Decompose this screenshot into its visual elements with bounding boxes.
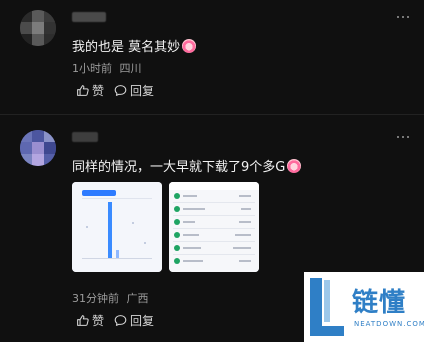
comment-text: 我的也是 莫名其妙 [72, 36, 197, 55]
like-button[interactable]: 赞 [76, 82, 104, 99]
comment-thread: 我的也是 莫名其妙 1小时前 四川 赞 回复 同样的情况，一大早就下载了9个多G… [0, 0, 424, 342]
avatar[interactable] [20, 10, 56, 46]
laughing-crying-emoji-icon [287, 159, 302, 173]
username-redacted[interactable] [72, 12, 106, 22]
like-label: 赞 [92, 314, 105, 328]
thumbs-up-icon [77, 315, 89, 326]
comment-location: 四川 [119, 62, 142, 75]
comment-location: 广西 [126, 292, 149, 305]
site-watermark: 链懂 NEATDOWN.COM [304, 272, 424, 342]
comment-meta: 1小时前 四川 [72, 60, 142, 76]
username-redacted[interactable] [72, 132, 98, 142]
comment-meta: 31分钟前 广西 [72, 290, 149, 306]
chart-screenshot-thumbnail [72, 182, 162, 272]
comment-actions: 赞 回复 [76, 82, 154, 99]
like-label: 赞 [92, 84, 105, 98]
reply-button[interactable]: 回复 [114, 312, 154, 329]
comment-text-content: 我的也是 莫名其妙 [72, 40, 181, 55]
thumbs-up-icon [77, 85, 89, 96]
reply-button[interactable]: 回复 [114, 82, 154, 99]
avatar[interactable] [20, 130, 56, 166]
laughing-crying-emoji-icon [182, 39, 197, 53]
attached-image-2[interactable] [169, 182, 259, 272]
like-button[interactable]: 赞 [76, 312, 104, 329]
site-logo-icon [310, 278, 344, 336]
attached-image-1[interactable] [72, 182, 162, 272]
speech-bubble-icon [114, 315, 127, 326]
more-options-icon[interactable] [395, 12, 411, 22]
comment-actions: 赞 回复 [76, 312, 154, 329]
comment-time: 1小时前 [72, 62, 112, 75]
reply-label: 回复 [130, 314, 155, 328]
speech-bubble-icon [114, 85, 127, 96]
list-screenshot-thumbnail [169, 182, 259, 272]
comment-text-content: 同样的情况，一大早就下载了9个多G [72, 160, 286, 175]
comment-divider [0, 114, 424, 115]
comment-text: 同样的情况，一大早就下载了9个多G [72, 156, 302, 175]
more-options-icon[interactable] [395, 132, 411, 142]
watermark-title: 链懂 [352, 288, 407, 318]
watermark-subtitle: NEATDOWN.COM [354, 320, 424, 328]
reply-label: 回复 [130, 84, 155, 98]
comment-time: 31分钟前 [72, 292, 119, 305]
